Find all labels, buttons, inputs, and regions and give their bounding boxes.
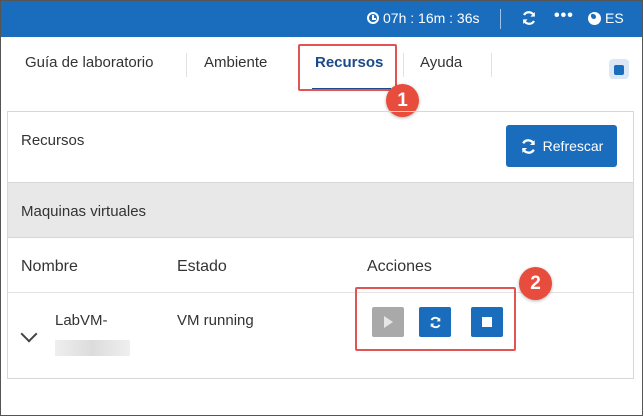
clock-icon	[367, 12, 379, 24]
redacted-text	[55, 340, 130, 356]
column-header-name: Nombre	[21, 258, 78, 275]
panel-title: Recursos	[21, 132, 85, 149]
chevron-down-icon[interactable]	[20, 325, 38, 343]
refresh-icon[interactable]	[521, 10, 537, 31]
timer: 07h : 16m : 36s	[367, 10, 480, 26]
tab-divider	[491, 53, 492, 77]
language-label: ES	[605, 10, 624, 26]
refresh-button[interactable]: Refrescar	[506, 125, 617, 167]
app-window: 07h : 16m : 36s ••• ES Guía de laborator…	[0, 0, 643, 416]
column-header-state: Estado	[177, 258, 227, 275]
refresh-button-label: Refrescar	[542, 138, 604, 154]
timer-text: 07h : 16m : 36s	[383, 10, 480, 26]
vm-name: LabVM-	[55, 312, 108, 329]
tab-lab-guide[interactable]: Guía de laboratorio	[25, 54, 153, 71]
step-badge-2: 2	[519, 267, 552, 300]
tab-help[interactable]: Ayuda	[420, 54, 462, 71]
column-header-actions: Acciones	[367, 258, 432, 275]
tab-environment[interactable]: Ambiente	[204, 54, 267, 71]
actions-highlight-box	[355, 287, 516, 351]
expand-panel-icon[interactable]	[609, 59, 629, 79]
globe-icon	[588, 11, 601, 25]
top-bar: 07h : 16m : 36s ••• ES	[1, 1, 642, 37]
refresh-icon	[521, 138, 535, 154]
tab-highlight-box	[298, 44, 397, 91]
dots-icon[interactable]: •••	[554, 7, 574, 25]
section-header: Maquinas virtuales	[8, 182, 633, 238]
tab-divider	[186, 53, 187, 77]
vm-state: VM running	[177, 312, 254, 329]
resources-panel: Recursos Refrescar Maquinas virtuales No…	[7, 111, 634, 379]
tab-divider	[403, 53, 404, 77]
language-selector[interactable]: ES	[588, 10, 624, 26]
topbar-divider	[500, 9, 501, 29]
section-title: Maquinas virtuales	[21, 203, 147, 220]
